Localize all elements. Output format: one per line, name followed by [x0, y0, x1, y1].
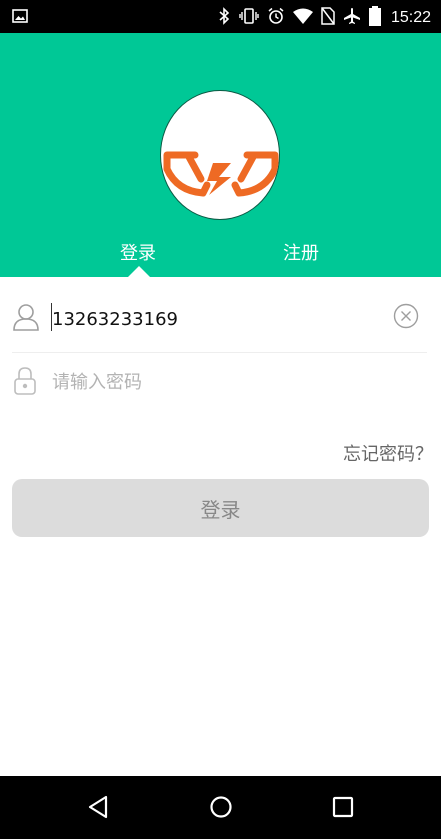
login-header: 登录 注册 — [0, 33, 441, 277]
home-icon[interactable] — [208, 794, 234, 824]
user-icon — [12, 302, 40, 336]
gallery-notification-icon — [12, 8, 28, 28]
clear-icon[interactable] — [393, 303, 419, 333]
back-icon[interactable] — [86, 794, 110, 824]
active-tab-indicator — [128, 266, 150, 277]
password-row — [12, 353, 427, 415]
battery-icon — [368, 6, 381, 30]
status-bar: 15:22 — [0, 0, 441, 33]
alarm-icon — [267, 7, 285, 29]
airplane-icon — [343, 7, 361, 29]
navigation-bar — [0, 776, 441, 839]
status-time: 15:22 — [390, 9, 431, 26]
tab-login[interactable]: 登录 — [120, 239, 156, 265]
wifi-icon — [292, 8, 313, 28]
app-logo — [160, 90, 280, 220]
recents-icon[interactable] — [331, 794, 355, 824]
login-button[interactable]: 登录 — [12, 479, 429, 537]
username-row — [12, 290, 427, 353]
vibrate-icon — [239, 7, 259, 29]
lock-icon — [12, 365, 38, 401]
bluetooth-icon — [217, 7, 231, 29]
username-input[interactable] — [52, 304, 382, 334]
no-sim-icon — [321, 7, 335, 29]
forgot-password-link[interactable]: 忘记密码？ — [343, 440, 433, 466]
tab-register[interactable]: 注册 — [283, 239, 319, 265]
password-input[interactable] — [52, 367, 382, 397]
